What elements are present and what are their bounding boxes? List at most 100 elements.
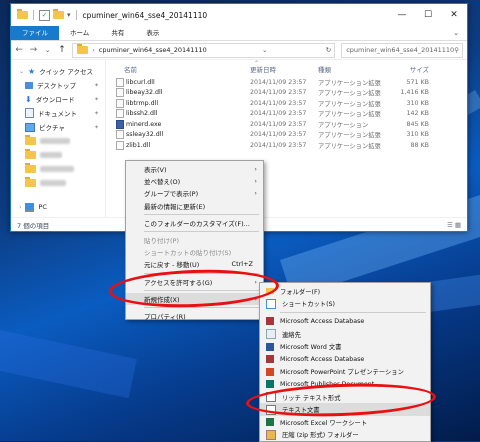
sidebar-item-blurred[interactable] [11, 134, 105, 148]
sort-chevron-icon: ⌃ [254, 60, 260, 67]
new-folder-icon[interactable] [53, 9, 64, 19]
menu-item-view[interactable]: 表示(V) › [126, 163, 263, 175]
view-toggle-icons[interactable]: ☰ ▦ [447, 221, 461, 229]
tab-view[interactable]: 表示 [135, 26, 170, 40]
menu-separator [144, 306, 259, 308]
sidebar-item-pc[interactable]: › PC [11, 200, 105, 214]
submenu-item-label: 連絡先 [282, 331, 301, 339]
tab-home[interactable]: ホーム [59, 26, 100, 40]
ribbon-expand-icon[interactable]: ⌄ [453, 26, 467, 40]
close-button[interactable]: ✕ [441, 10, 467, 20]
expand-chevron-icon[interactable]: ⌄ [19, 68, 24, 75]
file-size: 310 KB [406, 99, 429, 107]
submenu-item-label: Microsoft Word 文書 [280, 344, 342, 352]
sidebar-item-quick-access[interactable]: ⌄ ★ クイック アクセス [11, 64, 105, 78]
search-placeholder: cpuminer_win64_sse4_20141110 [346, 46, 455, 54]
dll-file-icon [116, 98, 124, 108]
address-dropdown-icon[interactable]: ⌄ [262, 46, 270, 54]
menu-separator [144, 213, 259, 215]
download-icon: ⬇ [25, 94, 32, 104]
minimize-button[interactable]: — [389, 10, 415, 20]
menu-separator [144, 230, 259, 232]
file-type: アプリケーション拡張 [318, 90, 381, 98]
sidebar-item-blurred[interactable] [11, 148, 105, 162]
column-header-name[interactable]: 名前 [124, 64, 250, 74]
sidebar-item-downloads[interactable]: ⬇ ダウンロード ✦ [11, 92, 105, 106]
exe-file-icon [116, 119, 124, 129]
new-submenu: フォルダー(F) ショートカット(S) Microsoft Access Dat… [259, 282, 431, 442]
file-type: アプリケーション拡張 [318, 79, 381, 87]
menu-item-properties[interactable]: プロパティ(R) [126, 310, 263, 322]
table-row[interactable]: libcurl.dll 2014/11/09 23:57 アプリケーション拡張 … [106, 77, 467, 88]
publisher-icon [266, 380, 274, 389]
submenu-item-word[interactable]: Microsoft Word 文書 [260, 340, 430, 353]
menu-item-sort[interactable]: 並べ替え(O) › [126, 175, 263, 187]
sidebar-item-label: ダウンロード [35, 96, 75, 104]
menu-item-customize[interactable]: このフォルダーのカスタマイズ(F)... [126, 217, 263, 229]
refresh-icon[interactable]: ↻ [326, 46, 334, 54]
table-row[interactable]: libtrmp.dll 2014/11/09 23:57 アプリケーション拡張 … [106, 98, 467, 109]
forward-button[interactable]: → [29, 45, 38, 55]
menu-item-undo[interactable]: 元に戻す - 移動(U) Ctrl+Z [126, 258, 263, 270]
tab-file[interactable]: ファイル [11, 26, 59, 40]
item-count: 7 個の項目 [17, 222, 50, 230]
table-row[interactable]: minerd.exe 2014/11/09 23:57 アプリケーション 845… [106, 119, 467, 130]
maximize-button[interactable]: ☐ [415, 10, 441, 20]
search-input[interactable]: cpuminer_win64_sse4_20141110 ⚲ [341, 42, 463, 58]
menu-item-label: 並べ替え(O) [144, 178, 181, 187]
file-name: libeay32.dll [126, 89, 163, 97]
file-type: アプリケーション拡張 [318, 142, 381, 150]
column-header-size[interactable]: サイズ [384, 64, 429, 74]
submenu-item-powerpoint[interactable]: Microsoft PowerPoint プレゼンテーション [260, 366, 430, 379]
submenu-item-folder[interactable]: フォルダー(F) [260, 285, 430, 298]
submenu-item-zip[interactable]: 圧縮 (zip 形式) フォルダー [260, 429, 430, 442]
file-name: minerd.exe [126, 120, 162, 128]
menu-item-group[interactable]: グループで表示(P) › [126, 187, 263, 199]
submenu-item-access-db-2[interactable]: Microsoft Access Database [260, 353, 430, 366]
submenu-item-excel[interactable]: Microsoft Excel ワークシート [260, 416, 430, 429]
file-type: アプリケーション [318, 121, 369, 129]
blurred-label [40, 180, 66, 186]
file-size: 571 KB [406, 78, 429, 86]
blurred-label [40, 166, 74, 172]
sidebar-item-desktop[interactable]: デスクトップ ✦ [11, 78, 105, 92]
star-icon: ★ [28, 66, 36, 76]
table-row[interactable]: zlib1.dll 2014/11/09 23:57 アプリケーション拡張 88… [106, 140, 467, 151]
sidebar-item-blurred[interactable] [11, 162, 105, 176]
document-icon [25, 108, 34, 118]
sidebar-item-pictures[interactable]: ピクチャ ✦ [11, 120, 105, 134]
expand-chevron-icon[interactable]: › [19, 204, 21, 211]
submenu-item-label: 圧縮 (zip 形式) フォルダー [282, 432, 359, 440]
dll-file-icon [116, 130, 124, 140]
dll-file-icon [116, 88, 124, 98]
tab-share[interactable]: 共有 [100, 26, 135, 40]
table-row[interactable]: libeay32.dll 2014/11/09 23:57 アプリケーション拡張… [106, 88, 467, 99]
menu-item-label: このフォルダーのカスタマイズ(F)... [144, 219, 250, 228]
properties-check-icon[interactable]: ✓ [39, 9, 50, 21]
column-header-type[interactable]: 種類 [318, 64, 384, 74]
address-bar[interactable]: › cpuminer_win64_sse4_20141110 ⌄ ↻ [72, 42, 336, 58]
address-path: cpuminer_win64_sse4_20141110 [98, 46, 207, 54]
sidebar-item-blurred[interactable] [11, 176, 105, 190]
back-button[interactable]: ← [15, 45, 23, 55]
submenu-arrow-icon: › [254, 165, 257, 174]
submenu-item-access-db[interactable]: Microsoft Access Database [260, 315, 430, 328]
menu-item-refresh[interactable]: 最新の情報に更新(E) [126, 200, 263, 212]
table-row[interactable]: libssh2.dll 2014/11/09 23:57 アプリケーション拡張 … [106, 109, 467, 120]
folder-icon [25, 177, 36, 187]
file-date: 2014/11/09 23:57 [250, 99, 307, 107]
recent-locations-icon[interactable]: ⌄ [44, 46, 52, 54]
file-size: 88 KB [410, 141, 429, 149]
table-row[interactable]: ssleay32.dll 2014/11/09 23:57 アプリケーション拡張… [106, 130, 467, 141]
submenu-item-label: Microsoft PowerPoint プレゼンテーション [280, 369, 404, 377]
submenu-item-contact[interactable]: 連絡先 [260, 328, 430, 341]
submenu-item-shortcut[interactable]: ショートカット(S) [260, 298, 430, 311]
column-header-date[interactable]: 更新日時 [250, 64, 318, 74]
pin-icon: ✦ [93, 81, 99, 89]
file-size: 310 KB [406, 131, 429, 139]
file-size: 845 KB [406, 120, 429, 128]
qat-dropdown-icon[interactable]: ▾ [67, 11, 71, 19]
up-button[interactable]: ↑ [58, 45, 66, 55]
window-title: cpuminer_win64_sse4_20141110 [82, 10, 208, 20]
sidebar-item-documents[interactable]: ドキュメント ✦ [11, 106, 105, 120]
